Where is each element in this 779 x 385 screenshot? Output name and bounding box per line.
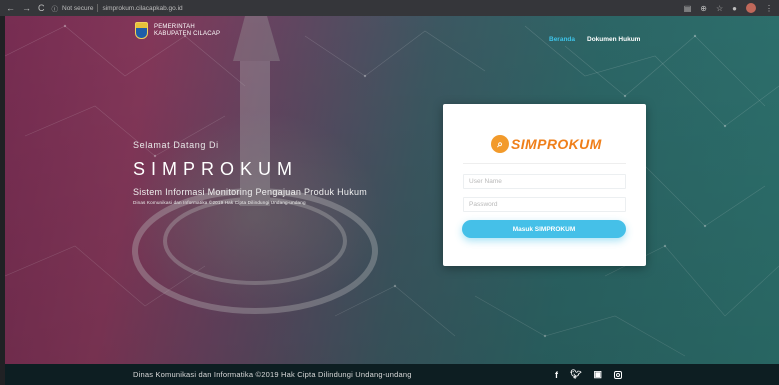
welcome-subtitle: Sistem Informasi Monitoring Pengajuan Pr…: [133, 187, 368, 197]
login-button[interactable]: Masuk SIMPROKUM: [462, 220, 626, 238]
browser-actions: ▤ ⊕ ☆ ● ⋮: [684, 3, 773, 13]
logo-text: SIMPROKUM: [511, 136, 602, 152]
translate-icon[interactable]: ▤: [684, 4, 692, 13]
welcome-title: SIMPROKUM: [133, 159, 299, 179]
instagram-icon[interactable]: [613, 370, 622, 379]
info-icon[interactable]: ⓘ: [52, 3, 59, 13]
username-input[interactable]: [463, 174, 626, 189]
bookmark-star-icon[interactable]: ☆: [716, 4, 723, 13]
card-divider: [463, 163, 626, 164]
url-text[interactable]: simprokum.cilacapkab.go.id: [102, 5, 182, 12]
brand[interactable]: PEMERINTAH KABUPATEN CILACAP: [135, 22, 220, 39]
profile-avatar[interactable]: [746, 3, 756, 13]
youtube-icon[interactable]: ▣: [593, 369, 602, 380]
nav-dokumen-hukum[interactable]: Dokumen Hukum: [587, 36, 640, 43]
back-button[interactable]: ←: [6, 0, 15, 16]
welcome-block: Selamat Datang Di SIMPROKUM Sistem Infor…: [133, 140, 367, 205]
security-label: Not secure: [62, 4, 94, 12]
simprokum-logo: ⌕ SIMPROKUM: [491, 135, 602, 153]
address-separator: [97, 4, 99, 12]
forward-button[interactable]: →: [22, 0, 31, 16]
facebook-icon[interactable]: f: [555, 370, 558, 380]
extension-icon[interactable]: ●: [732, 4, 737, 13]
login-card: ⌕ SIMPROKUM Masuk SIMPROKUM: [443, 104, 646, 266]
address-bar[interactable]: ⓘ Not secure simprokum.cilacapkab.go.id: [52, 3, 183, 13]
browser-toolbar: ← → C ⓘ Not secure simprokum.cilacapkab.…: [0, 0, 779, 16]
welcome-greeting: Selamat Datang Di: [133, 140, 219, 150]
password-input[interactable]: [463, 197, 626, 212]
brand-text: PEMERINTAH KABUPATEN CILACAP: [154, 24, 220, 38]
twitter-icon[interactable]: 🐦︎: [570, 369, 581, 380]
hero-section: PEMERINTAH KABUPATEN CILACAP Beranda Dok…: [5, 16, 779, 364]
reload-button[interactable]: C: [38, 0, 45, 16]
network-lines-decoration: [5, 16, 779, 357]
brand-line2: KABUPATEN CILACAP: [154, 30, 221, 37]
menu-icon[interactable]: ⋮: [765, 4, 773, 13]
footer-copyright: Dinas Komunikasi dan Informatika ©2019 H…: [133, 370, 412, 379]
magnifier-icon: ⌕: [491, 135, 509, 153]
crest-logo: [135, 22, 148, 39]
brand-line1: PEMERINTAH: [154, 23, 195, 30]
top-nav: Beranda Dokumen Hukum: [549, 36, 640, 43]
zoom-icon[interactable]: ⊕: [700, 4, 707, 13]
nav-beranda[interactable]: Beranda: [549, 36, 575, 43]
footer: Dinas Komunikasi dan Informatika ©2019 H…: [5, 364, 779, 385]
social-links: f 🐦︎ ▣: [555, 369, 622, 380]
welcome-tagline: Dinas Komunikasi dan Informatika ©2019 H…: [133, 200, 306, 205]
